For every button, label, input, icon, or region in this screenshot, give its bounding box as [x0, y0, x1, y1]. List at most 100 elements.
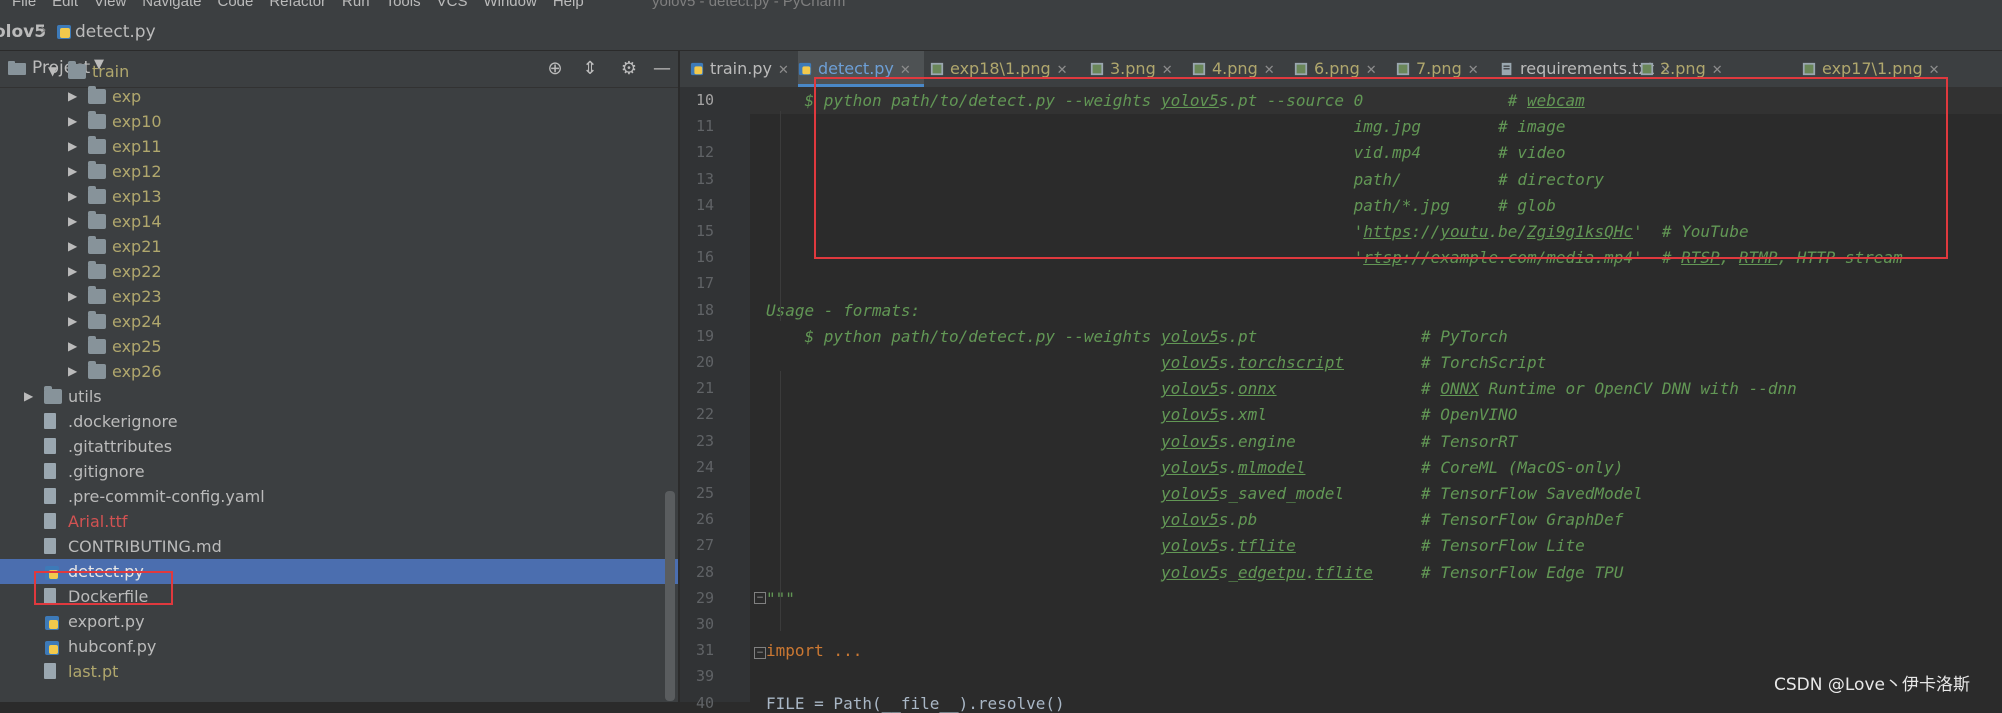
close-icon[interactable]: ✕	[1366, 63, 1377, 78]
chevron-right-icon[interactable]: ▶	[68, 159, 77, 184]
tree-item[interactable]: last.pt	[0, 659, 678, 684]
tab-train-py[interactable]: train.py ✕	[690, 51, 792, 87]
tree-item[interactable]: ▶ exp13	[0, 184, 678, 209]
chevron-right-icon[interactable]: ▶	[68, 359, 77, 384]
line-number: 12	[695, 143, 714, 162]
line-number: 22	[695, 405, 714, 424]
line-number: 28	[695, 562, 714, 581]
tree-item[interactable]: ▶ exp24	[0, 309, 678, 334]
menu-item-window[interactable]: Window	[483, 0, 536, 10]
close-icon[interactable]: ✕	[1929, 63, 1940, 78]
tree-item-label: hubconf.py	[68, 637, 157, 656]
menu-item-navigate[interactable]: Navigate	[142, 0, 201, 10]
chevron-right-icon[interactable]: ▶	[68, 109, 77, 134]
chevron-right-icon[interactable]: ▶	[68, 84, 77, 109]
tab-label: exp17\1.png	[1822, 59, 1923, 78]
menu-item-tools[interactable]: Tools	[386, 0, 421, 10]
code-line[interactable]: FILE = Path(__file__).resolve()	[766, 694, 1065, 713]
line-number: 26	[695, 510, 714, 529]
code-line[interactable]: yolov5s_edgetpu.tflite # TensorFlow Edge…	[766, 563, 1623, 582]
chevron-right-icon[interactable]: ▶	[68, 334, 77, 359]
chevron-right-icon[interactable]: ▶	[68, 309, 77, 334]
image-file-icon	[1640, 53, 1654, 76]
tree-item[interactable]: ▶ exp	[0, 84, 678, 109]
tree-item[interactable]: .pre-commit-config.yaml	[0, 484, 678, 509]
tree-item[interactable]: ▶ utils	[0, 384, 678, 409]
menu-item-view[interactable]: View	[94, 0, 126, 10]
tree-item[interactable]: Arial.ttf	[0, 509, 678, 534]
code-line[interactable]: Usage - formats:	[766, 301, 920, 320]
code-line[interactable]: yolov5s.mlmodel # CoreML (MacOS-only)	[766, 458, 1623, 477]
close-icon[interactable]: ✕	[900, 63, 911, 78]
tree-item[interactable]: .gitattributes	[0, 434, 678, 459]
line-number: 10	[695, 91, 714, 109]
code-line[interactable]: yolov5s.xml # OpenVINO	[766, 405, 1517, 424]
chevron-right-icon[interactable]: ▶	[68, 259, 77, 284]
tab-label: 4.png	[1212, 59, 1258, 78]
fold-icon[interactable]: −	[754, 592, 766, 604]
python-file-icon	[44, 613, 60, 630]
tree-item[interactable]: export.py	[0, 609, 678, 634]
tree-item[interactable]: ▶ exp26	[0, 359, 678, 384]
tree-item[interactable]: ▼ train	[0, 59, 678, 84]
menu-item-code[interactable]: Code	[217, 0, 253, 10]
code-line[interactable]: yolov5s.pb # TensorFlow GraphDef	[766, 510, 1623, 529]
chevron-right-icon[interactable]: ▶	[68, 209, 77, 234]
chevron-right-icon[interactable]: ▶	[24, 384, 33, 409]
tree-item[interactable]: ▶ exp23	[0, 284, 678, 309]
tree-item[interactable]: ▶ exp22	[0, 259, 678, 284]
tree-item[interactable]: ▶ exp25	[0, 334, 678, 359]
close-icon[interactable]: ✕	[778, 63, 789, 78]
close-icon[interactable]: ✕	[1468, 63, 1479, 78]
folder-icon	[88, 311, 106, 329]
menu-item-refactor[interactable]: Refactor	[269, 0, 326, 10]
folder-icon	[88, 186, 106, 204]
code-line[interactable]: yolov5s.tflite # TensorFlow Lite	[766, 536, 1585, 555]
tab-label: 6.png	[1314, 59, 1360, 78]
menu-item-vcs[interactable]: VCS	[437, 0, 468, 10]
file-icon	[44, 663, 56, 679]
folder-icon	[88, 86, 106, 104]
chevron-down-icon[interactable]: ▼	[48, 59, 57, 84]
tree-item[interactable]: ▶ exp21	[0, 234, 678, 259]
tree-item-label: utils	[68, 387, 102, 406]
tree-item[interactable]: .gitignore	[0, 459, 678, 484]
breadcrumb-file[interactable]: detect.py	[75, 22, 156, 42]
tree-item[interactable]: CONTRIBUTING.md	[0, 534, 678, 559]
tree-item[interactable]: ▶ exp10	[0, 109, 678, 134]
code-line[interactable]: yolov5s.torchscript # TorchScript	[766, 353, 1546, 372]
fold-icon[interactable]: −	[754, 647, 766, 659]
close-icon[interactable]: ✕	[1162, 63, 1173, 78]
code-line[interactable]: $ python path/to/detect.py --weights yol…	[766, 327, 1508, 346]
file-icon	[44, 438, 56, 454]
menu-item-help[interactable]: Help	[553, 0, 584, 10]
navigation-bar: olov5 › detect.py	[0, 16, 2002, 51]
tree-item-label: .dockerignore	[68, 412, 178, 431]
line-number: 27	[695, 536, 714, 555]
menu-item-edit[interactable]: Edit	[52, 0, 78, 10]
code-line[interactable]: yolov5s.onnx # ONNX Runtime or OpenCV DN…	[766, 379, 1797, 398]
tree-item-label: exp10	[112, 112, 162, 131]
chevron-right-icon[interactable]: ▶	[68, 134, 77, 159]
chevron-right-icon[interactable]: ▶	[68, 284, 77, 309]
menu-item-run[interactable]: Run	[342, 0, 370, 10]
chevron-right-icon[interactable]: ▶	[68, 184, 77, 209]
chevron-right-icon[interactable]: ▶	[68, 234, 77, 259]
python-file-icon	[56, 24, 72, 45]
tree-item-label: exp21	[112, 237, 162, 256]
tree-item[interactable]: ▶ exp12	[0, 159, 678, 184]
code-line[interactable]: yolov5s.engine # TensorRT	[766, 432, 1517, 451]
close-icon[interactable]: ✕	[1712, 63, 1723, 78]
folder-icon	[88, 136, 106, 154]
close-icon[interactable]: ✕	[1057, 63, 1068, 78]
tree-item[interactable]: hubconf.py	[0, 634, 678, 659]
close-icon[interactable]: ✕	[1264, 63, 1275, 78]
code-line[interactable]: import ...	[766, 641, 862, 660]
project-scrollbar[interactable]	[665, 491, 675, 701]
highlight-box-detect	[34, 571, 173, 605]
tree-item[interactable]: .dockerignore	[0, 409, 678, 434]
menu-item-file[interactable]: File	[12, 0, 36, 10]
code-line[interactable]: yolov5s_saved_model # TensorFlow SavedMo…	[766, 484, 1643, 503]
tree-item[interactable]: ▶ exp14	[0, 209, 678, 234]
tree-item[interactable]: ▶ exp11	[0, 134, 678, 159]
